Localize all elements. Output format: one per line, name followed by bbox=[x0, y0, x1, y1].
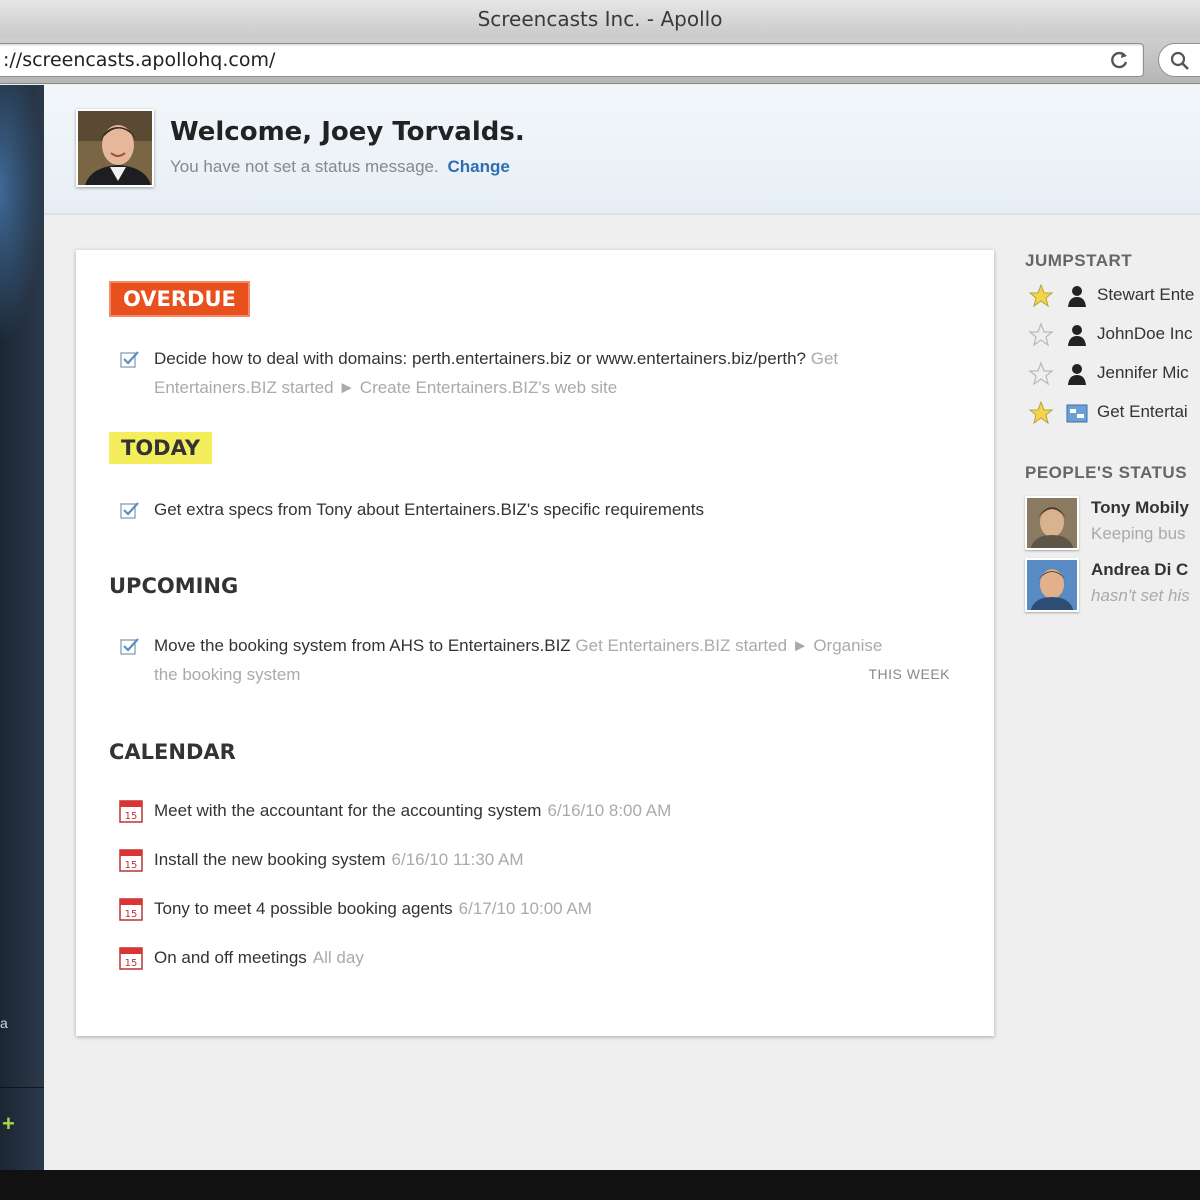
star-filled-icon[interactable] bbox=[1028, 283, 1054, 309]
jumpstart-label[interactable]: Jennifer Mic bbox=[1097, 363, 1189, 383]
app-sidebar: a + > ✕ bbox=[0, 85, 44, 1170]
jumpstart-label[interactable]: Stewart Ente bbox=[1097, 285, 1194, 305]
dashboard-card: OVERDUE Decide how to deal with domains:… bbox=[76, 250, 994, 1036]
person-icon bbox=[1068, 364, 1086, 385]
svg-text:15: 15 bbox=[125, 811, 138, 822]
event-title[interactable]: Install the new booking system bbox=[154, 850, 386, 869]
browser-window: Screencasts Inc. - Apollo ://screencasts… bbox=[0, 0, 1200, 1170]
person-name[interactable]: Andrea Di C bbox=[1091, 560, 1188, 580]
event-title[interactable]: On and off meetings bbox=[154, 948, 307, 967]
calendar-event[interactable]: 15 Install the new booking system 6/16/10… bbox=[118, 847, 524, 873]
checkbox-icon[interactable] bbox=[120, 637, 140, 655]
person-status: hasn't set his bbox=[1091, 586, 1190, 605]
event-title[interactable]: Tony to meet 4 possible booking agents bbox=[154, 899, 453, 918]
star-outline-icon[interactable] bbox=[1028, 361, 1054, 387]
status-message: You have not set a status message. bbox=[170, 157, 439, 176]
sidebar-divider bbox=[0, 1087, 44, 1088]
calendar-heading: CALENDAR bbox=[109, 740, 236, 764]
calendar-icon: 15 bbox=[119, 800, 143, 823]
event-time: 6/16/10 8:00 AM bbox=[547, 801, 672, 820]
people-status-item[interactable]: Andrea Di C hasn't set his bbox=[1025, 558, 1200, 614]
person-icon bbox=[1068, 325, 1086, 346]
overdue-badge: OVERDUE bbox=[109, 281, 250, 317]
calendar-event[interactable]: 15 Meet with the accountant for the acco… bbox=[118, 798, 671, 824]
event-time: 6/16/10 11:30 AM bbox=[391, 850, 524, 869]
task-item[interactable]: Decide how to deal with domains: perth.e… bbox=[120, 344, 950, 402]
people-status-item[interactable]: Tony Mobily Keeping bus bbox=[1025, 496, 1200, 552]
welcome-title: Welcome, Joey Torvalds. bbox=[170, 117, 525, 147]
calendar-icon: 15 bbox=[119, 849, 143, 872]
screen-bottom-bar bbox=[0, 1170, 1200, 1200]
svg-text:15: 15 bbox=[125, 860, 138, 871]
upcoming-heading: UPCOMING bbox=[109, 574, 239, 598]
task-title[interactable]: Move the booking system from AHS to Ente… bbox=[154, 636, 571, 655]
checkbox-icon[interactable] bbox=[120, 501, 140, 519]
change-status-link[interactable]: Change bbox=[447, 157, 509, 176]
avatar[interactable] bbox=[1025, 558, 1079, 612]
task-when-label: THIS WEEK bbox=[868, 666, 950, 682]
jumpstart-heading: JUMPSTART bbox=[1025, 251, 1133, 270]
task-item[interactable]: Get extra specs from Tony about Entertai… bbox=[120, 495, 950, 524]
sidebar-partial-text: a bbox=[0, 1015, 8, 1031]
task-title[interactable]: Get extra specs from Tony about Entertai… bbox=[154, 500, 704, 519]
user-portrait-icon bbox=[78, 111, 152, 185]
calendar-icon: 15 bbox=[119, 898, 143, 921]
project-icon bbox=[1066, 404, 1088, 423]
person-status: Keeping bus bbox=[1091, 524, 1186, 543]
people-status-heading: PEOPLE'S STATUS bbox=[1025, 463, 1188, 482]
task-title[interactable]: Decide how to deal with domains: perth.e… bbox=[154, 349, 806, 368]
search-icon[interactable] bbox=[1169, 50, 1191, 72]
search-field[interactable] bbox=[1158, 43, 1200, 77]
checkbox-icon[interactable] bbox=[120, 350, 140, 368]
window-title: Screencasts Inc. - Apollo bbox=[477, 7, 723, 31]
svg-text:15: 15 bbox=[125, 909, 138, 920]
avatar[interactable] bbox=[76, 109, 154, 187]
calendar-event[interactable]: 15 Tony to meet 4 possible booking agent… bbox=[118, 896, 592, 922]
calendar-event[interactable]: 15 On and off meetings All day bbox=[118, 945, 364, 971]
today-badge: TODAY bbox=[109, 432, 213, 464]
svg-text:15: 15 bbox=[125, 958, 138, 969]
url-text[interactable]: ://screencasts.apollohq.com/ bbox=[3, 44, 275, 76]
event-time: 6/17/10 10:00 AM bbox=[458, 899, 592, 918]
calendar-icon: 15 bbox=[119, 947, 143, 970]
add-icon[interactable]: + bbox=[2, 1111, 15, 1137]
event-title[interactable]: Meet with the accountant for the account… bbox=[154, 801, 541, 820]
address-bar[interactable]: ://screencasts.apollohq.com/ bbox=[0, 43, 1144, 77]
welcome-header: Welcome, Joey Torvalds. You have not set… bbox=[44, 85, 1200, 215]
person-icon bbox=[1068, 286, 1086, 307]
star-filled-icon[interactable] bbox=[1028, 400, 1054, 426]
status-line: You have not set a status message. Chang… bbox=[170, 157, 510, 177]
browser-toolbar: ://screencasts.apollohq.com/ bbox=[0, 38, 1200, 84]
jumpstart-label[interactable]: Get Entertai bbox=[1097, 402, 1188, 422]
sidebar-glow bbox=[0, 85, 44, 345]
title-bar: Screencasts Inc. - Apollo bbox=[0, 0, 1200, 38]
reload-icon[interactable] bbox=[1109, 49, 1131, 71]
avatar[interactable] bbox=[1025, 496, 1079, 550]
star-outline-icon[interactable] bbox=[1028, 322, 1054, 348]
task-item[interactable]: Move the booking system from AHS to Ente… bbox=[120, 631, 950, 689]
jumpstart-label[interactable]: JohnDoe Inc bbox=[1097, 324, 1192, 344]
event-time: All day bbox=[312, 948, 364, 967]
person-name[interactable]: Tony Mobily bbox=[1091, 498, 1189, 518]
